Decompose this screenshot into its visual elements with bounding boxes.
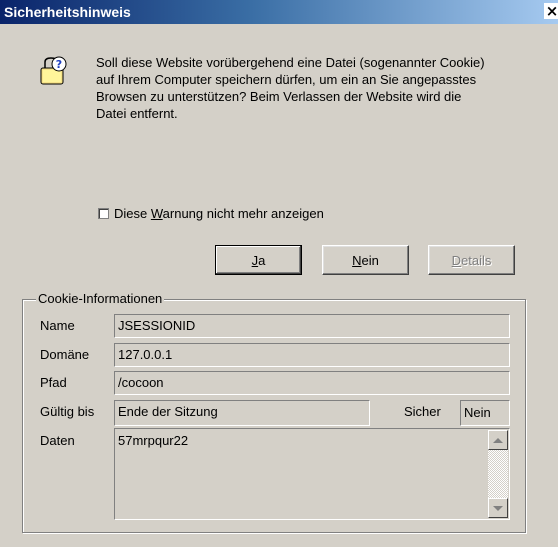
dont-show-again-checkbox[interactable] xyxy=(98,208,109,219)
data-textarea[interactable]: 57mrpqur22 xyxy=(114,428,510,520)
arrow-down-icon xyxy=(493,505,503,511)
vertical-scrollbar[interactable] xyxy=(488,430,508,518)
valid-until-field[interactable]: Ende der Sitzung xyxy=(114,400,370,426)
close-button[interactable]: × xyxy=(544,3,558,19)
title-bar[interactable]: Sicherheitshinweis × xyxy=(0,0,558,24)
message-line: Soll diese Website vorübergehend eine Da… xyxy=(96,55,485,70)
path-field[interactable]: /cocoon xyxy=(114,371,510,395)
dont-show-again-option[interactable]: Diese Warnung nicht mehr anzeigen xyxy=(98,206,324,221)
dont-show-again-label[interactable]: Diese Warnung nicht mehr anzeigen xyxy=(114,206,324,221)
arrow-up-icon xyxy=(493,437,503,443)
cookie-info-title: Cookie-Informationen xyxy=(36,291,165,306)
message-line: auf Ihrem Computer speichern dürfen, um … xyxy=(96,72,477,87)
message-line: Datei entfernt. xyxy=(96,106,178,121)
security-dialog: Sicherheitshinweis × ? Soll diese Websit… xyxy=(0,0,558,547)
message-line: Browsen zu unterstützen? Beim Verlassen … xyxy=(96,89,462,104)
details-button: Details xyxy=(428,245,515,275)
scroll-down-button[interactable] xyxy=(488,498,508,518)
cookie-warning-icon: ? xyxy=(37,56,71,90)
dialog-title: Sicherheitshinweis xyxy=(4,4,131,20)
secure-field[interactable]: Nein xyxy=(460,400,510,426)
svg-text:?: ? xyxy=(56,58,62,71)
domain-label: Domäne xyxy=(40,347,90,362)
valid-until-label: Gültig bis xyxy=(40,404,95,419)
no-button[interactable]: Nein xyxy=(322,245,409,275)
name-label: Name xyxy=(40,318,75,333)
domain-field[interactable]: 127.0.0.1 xyxy=(114,343,510,367)
data-label: Daten xyxy=(40,433,75,448)
yes-button[interactable]: Ja xyxy=(215,245,302,275)
secure-label: Sicher xyxy=(404,404,441,419)
message-text: Soll diese Website vorübergehend eine Da… xyxy=(96,54,536,122)
scroll-up-button[interactable] xyxy=(488,430,508,450)
name-field[interactable]: JSESSIONID xyxy=(114,314,510,338)
data-value: 57mrpqur22 xyxy=(118,433,189,448)
path-label: Pfad xyxy=(40,375,67,390)
